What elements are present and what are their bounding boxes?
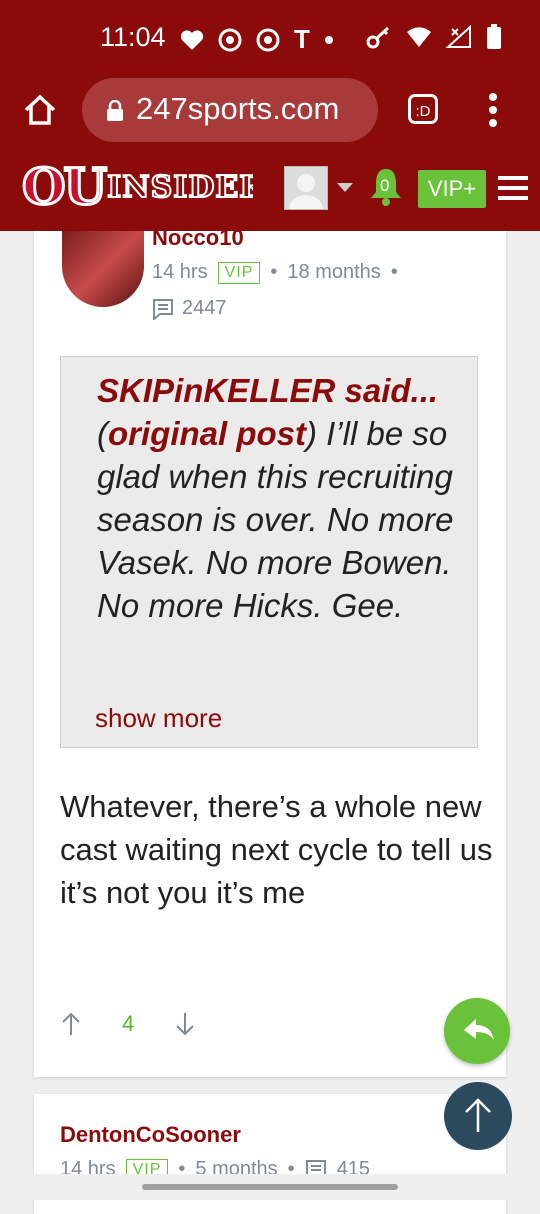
separator-dot: • [270,261,278,283]
site-header: OU INSIDER 0 VIP+ [0,160,540,224]
comment-icon [153,298,173,320]
status-bar: 11:04 T [0,20,540,56]
url-text: 247sports.com [136,91,340,126]
post-count-value: 2447 [182,297,227,319]
gesture-handle[interactable] [142,1184,398,1190]
signal-icon [446,25,471,48]
overflow-menu-icon[interactable] [488,92,498,128]
quote-text-block: SKIPinKELLER said... (original post) I’l… [97,369,457,627]
vip-plus-button[interactable]: VIP+ [418,170,486,208]
vip-badge: VIP [217,261,261,284]
post-username[interactable]: Nocco10 [152,225,244,251]
upvote-arrow-icon[interactable] [60,1011,82,1037]
chrome-icon [218,28,242,51]
original-post-link[interactable]: original post [108,415,306,452]
arrow-up-icon [465,1098,491,1132]
status-time: 11:04 [100,22,166,52]
logo-ou: OU [20,157,108,216]
notifications-button[interactable]: 0 [368,166,404,206]
post-card: Nocco10 14 hrs VIP • 18 months • 2447 SK… [34,225,506,1077]
carrier-icon: T [294,24,310,54]
post-time: 14 hrs [152,261,208,283]
user-avatar[interactable] [284,166,328,210]
system-nav-bar [0,1174,540,1200]
key-icon [366,26,390,49]
membership-duration: 18 months [287,261,381,283]
post-count: 2447 [152,297,227,320]
vote-bar: 4 [60,1011,196,1037]
show-more-link[interactable]: show more [95,703,222,734]
downvote-arrow-icon[interactable] [174,1011,196,1037]
site-logo[interactable]: OU INSIDER [20,157,254,216]
scroll-top-button[interactable] [444,1082,512,1150]
lock-icon [107,100,123,121]
quote-author[interactable]: SKIPinKELLER said... [97,372,438,409]
post-meta: 14 hrs VIP • 18 months • [152,261,398,284]
post2-username[interactable]: DentonCoSooner [60,1122,241,1148]
browser-toolbar: 247sports.com :D [0,78,540,142]
quote-open-paren: ( [97,415,108,452]
wifi-icon [407,27,431,47]
home-icon[interactable] [20,90,60,130]
separator-dot-2: • [390,261,398,283]
avatar-placeholder-icon [289,174,323,209]
post-user-avatar[interactable] [62,231,144,307]
reply-arrow-icon [464,1019,494,1040]
dot-icon [324,35,333,44]
battery-icon [487,24,501,49]
notification-count: 0 [380,176,390,195]
chevron-down-icon[interactable] [336,182,354,194]
logo-insider: INSIDER [107,169,254,205]
quoted-post: SKIPinKELLER said... (original post) I’l… [60,356,478,748]
address-bar[interactable]: 247sports.com [82,78,378,142]
hamburger-menu-icon[interactable] [498,174,528,202]
top-bar: 11:04 T 247sports.com :D OU INSIDER 0 VI… [0,0,540,231]
vote-count: 4 [122,1011,135,1036]
heart-icon [180,29,204,50]
post-body: Whatever, there’s a whole new cast waiti… [60,789,493,910]
reply-button[interactable] [444,998,510,1064]
tab-switcher-button[interactable]: :D [408,94,438,124]
chrome-icon-2 [256,28,280,51]
